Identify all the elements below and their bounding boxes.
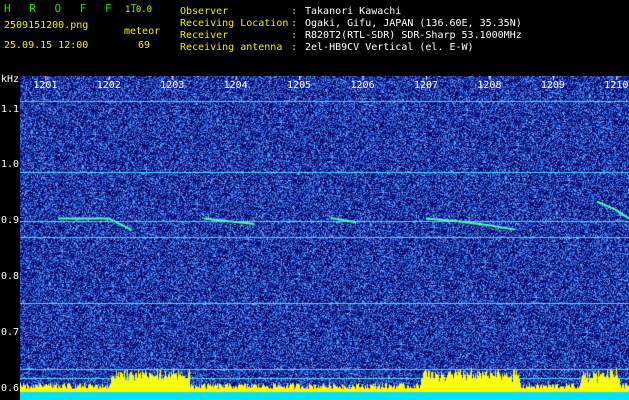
colon: : [291, 30, 298, 41]
x-tick-label: 1207 [413, 80, 439, 91]
y-tick-label: 0.7 [1, 326, 20, 338]
colon: : [291, 6, 298, 17]
antenna-value: 2el-HB9CV Vertical (el. E-W) [305, 42, 474, 53]
header-panel: H R O F F T 1.0.0 2509151200.png 25.09.1… [0, 0, 629, 72]
app-version: 1.0.0 [125, 5, 153, 15]
x-tick-label: 1204 [223, 80, 248, 91]
y-tick-label: 0.9 [1, 215, 20, 227]
event-label: meteor [124, 26, 161, 37]
antenna-key: Receiving antenna [180, 42, 283, 53]
y-tick-label: 1.1 [1, 103, 20, 115]
app-logo: H R O F F T [4, 2, 143, 15]
location-value: Ogaki, Gifu, JAPAN (136.60E, 35.35N) [305, 18, 522, 29]
x-tick-label: 1206 [350, 80, 375, 91]
x-tick-label: 1201 [33, 80, 58, 91]
x-tick-label: 1202 [96, 80, 121, 91]
receiver-key: Receiver [180, 30, 229, 41]
x-tick-label: 1203 [160, 80, 185, 91]
observer-value: Takanori Kawachi [305, 6, 402, 17]
x-tick-label: 1209 [540, 80, 565, 91]
y-axis-unit: kHz [1, 74, 20, 85]
y-tick-label: 1.0 [1, 159, 20, 171]
colon: : [291, 18, 298, 29]
receiver-value: R820T2(RTL-SDR) SDR-Sharp 53.1000MHz [305, 30, 522, 41]
location-key: Receiving Location [180, 18, 289, 29]
filename: 2509151200.png [4, 20, 89, 31]
y-tick-label: 0.8 [1, 271, 20, 283]
x-tick-label: 1208 [477, 80, 502, 91]
y-tick-label: 0.6 [1, 382, 20, 394]
spectrogram-canvas [20, 76, 629, 400]
x-tick-label: 1210 [604, 80, 629, 91]
observer-key: Observer [180, 6, 229, 17]
colon: : [291, 42, 298, 53]
event-count: 69 [138, 40, 151, 51]
datetime: 25.09.15 12:00 [4, 40, 89, 51]
x-tick-label: 1205 [287, 80, 312, 91]
